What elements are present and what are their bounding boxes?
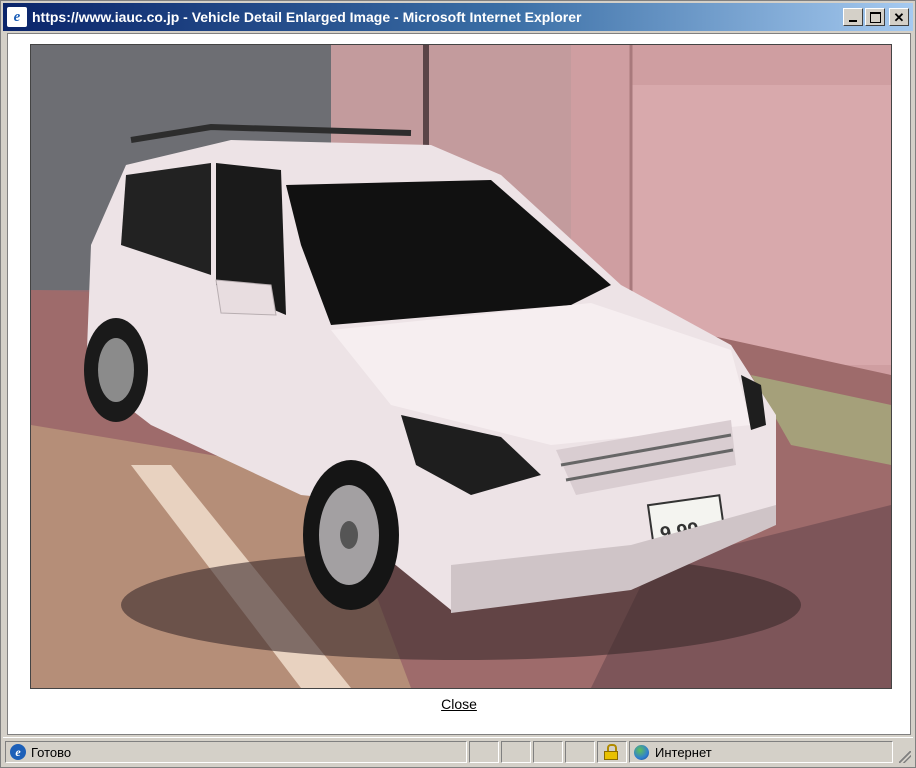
status-text: Готово xyxy=(31,744,72,760)
resize-grip[interactable] xyxy=(899,751,911,763)
browser-window: e https://www.iauc.co.jp - Vehicle Detai… xyxy=(0,0,916,768)
minimize-icon xyxy=(849,20,857,22)
ie-app-icon[interactable]: e xyxy=(7,7,27,27)
window-title: https://www.iauc.co.jp - Vehicle Detail … xyxy=(32,9,582,25)
status-pane-3 xyxy=(533,741,563,763)
status-bar: e Готово Интернет xyxy=(3,737,913,765)
vehicle-photo: 9 99 xyxy=(30,44,892,689)
security-pane[interactable] xyxy=(597,741,627,763)
status-pane-4 xyxy=(565,741,595,763)
page-content: 9 99 Close xyxy=(7,33,911,735)
lock-icon xyxy=(604,744,618,760)
ie-page-icon: e xyxy=(10,744,26,760)
maximize-button[interactable] xyxy=(865,8,885,26)
status-pane-1 xyxy=(469,741,499,763)
status-pane-2 xyxy=(501,741,531,763)
close-icon: ✕ xyxy=(893,9,905,25)
zone-pane[interactable]: Интернет xyxy=(629,741,893,763)
close-link[interactable]: Close xyxy=(8,696,910,712)
title-bar[interactable]: e https://www.iauc.co.jp - Vehicle Detai… xyxy=(3,3,913,31)
close-window-button[interactable]: ✕ xyxy=(889,8,909,26)
title-buttons: ✕ xyxy=(843,8,909,26)
zone-text: Интернет xyxy=(655,744,712,760)
minimize-button[interactable] xyxy=(843,8,863,26)
vehicle-photo-illustration: 9 99 xyxy=(31,45,891,688)
maximize-icon xyxy=(869,11,881,23)
globe-icon xyxy=(634,744,649,760)
status-text-cell: e Готово xyxy=(5,741,467,763)
